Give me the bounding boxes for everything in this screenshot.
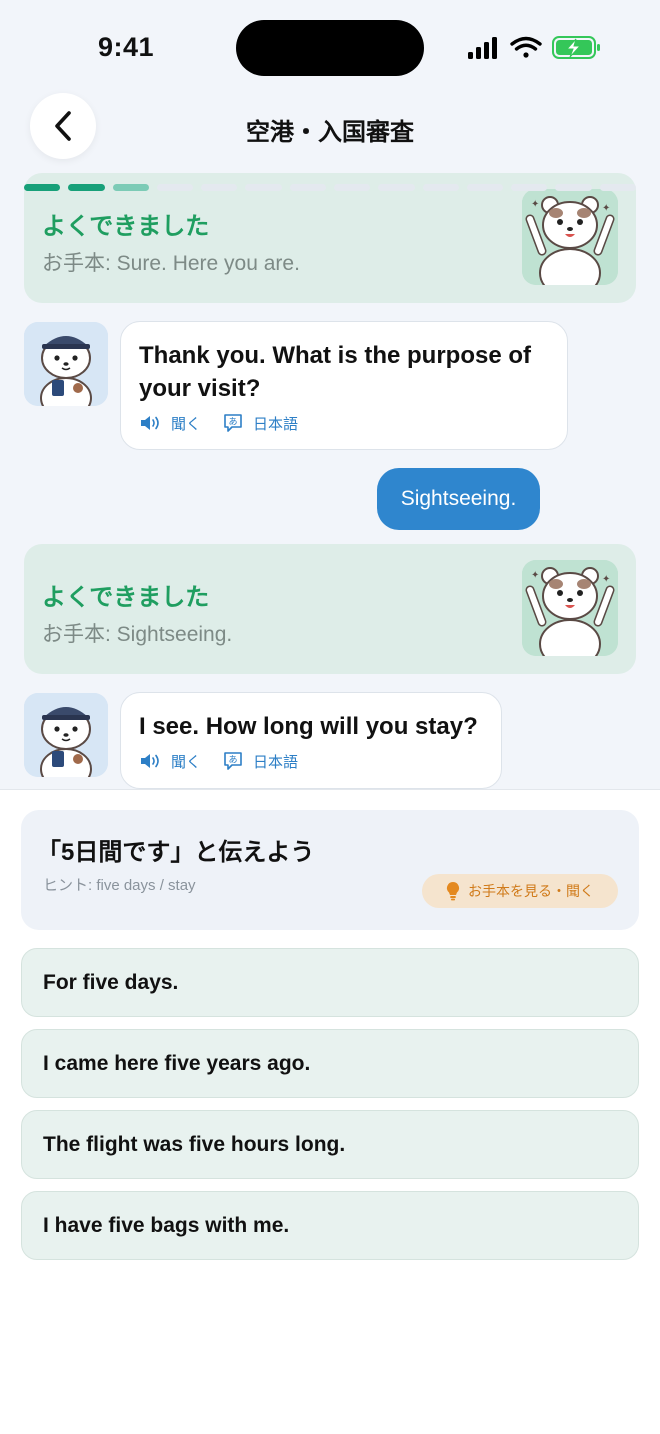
examiner-avatar bbox=[24, 322, 108, 406]
answer-choice[interactable]: I came here five years ago. bbox=[21, 1029, 639, 1098]
japanese-label: 日本語 bbox=[253, 753, 299, 771]
listen-label: 聞く bbox=[171, 753, 202, 771]
progress-segment bbox=[289, 184, 326, 191]
svg-text:あ: あ bbox=[229, 417, 238, 427]
panel-divider bbox=[0, 789, 660, 790]
progress-segment bbox=[68, 184, 105, 191]
message-line: Thank you. What is the purpose of bbox=[139, 342, 532, 369]
progress-segment bbox=[599, 184, 636, 191]
task-card: 「5日間です」と伝えよう ヒント: five days / stay お手本を見… bbox=[21, 810, 639, 930]
message-line: I see. How long will you stay? bbox=[139, 713, 478, 740]
translate-button[interactable]: あ 日本語 bbox=[223, 413, 298, 434]
progress-segment bbox=[511, 184, 548, 191]
lightbulb-icon bbox=[446, 881, 460, 901]
task-title: 「5日間です」と伝えよう bbox=[37, 839, 315, 866]
svg-text:✦: ✦ bbox=[602, 203, 610, 214]
user-message-bubble: Sightseeing. bbox=[377, 468, 540, 530]
examiner-avatar bbox=[24, 693, 108, 777]
status-bar: 9:41 bbox=[0, 0, 660, 95]
progress-segment bbox=[245, 184, 282, 191]
examiner-message-bubble: I see. How long will you stay? 聞く あ 日本語 bbox=[120, 692, 502, 789]
svg-text:✦: ✦ bbox=[531, 570, 539, 581]
progress-segment bbox=[466, 184, 504, 191]
status-time: 9:41 bbox=[98, 32, 155, 62]
feedback-title: よくできました bbox=[42, 584, 210, 611]
show-sample-button[interactable]: お手本を見る・聞く bbox=[422, 874, 618, 908]
examiner-message-text: Thank you. What is the purpose of your v… bbox=[139, 339, 531, 405]
message-line: your visit? bbox=[139, 375, 261, 402]
message-actions: 聞く あ 日本語 bbox=[139, 412, 320, 434]
answer-choice[interactable]: I have five bags with me. bbox=[21, 1191, 639, 1260]
show-sample-label: お手本を見る・聞く bbox=[468, 883, 594, 899]
dynamic-island bbox=[236, 20, 424, 76]
progress-segment bbox=[422, 184, 459, 191]
feedback-sample: お手本: Sure. Here you are. bbox=[42, 252, 300, 275]
answer-choice[interactable]: For five days. bbox=[21, 948, 639, 1017]
message-actions: 聞く あ 日本語 bbox=[139, 750, 320, 772]
progress-segment bbox=[24, 184, 61, 191]
speaker-icon bbox=[141, 754, 159, 768]
progress-segment bbox=[201, 184, 238, 191]
cheering-mascot-avatar: ✦ ✦ bbox=[522, 189, 618, 285]
status-icons bbox=[466, 34, 606, 62]
progress-segment bbox=[378, 184, 415, 191]
wifi-icon bbox=[510, 36, 542, 58]
feedback-title: よくできました bbox=[42, 213, 210, 240]
progress-segment bbox=[112, 184, 149, 191]
page-title: 空港・入国審査 bbox=[246, 119, 414, 146]
svg-text:✦: ✦ bbox=[602, 574, 610, 585]
japanese-label: 日本語 bbox=[253, 415, 299, 433]
chat-area: 9:41 空港・入国審査 よくできました お手本: Sure. Here you… bbox=[0, 0, 660, 790]
translate-icon: あ bbox=[224, 752, 242, 770]
translate-button[interactable]: あ 日本語 bbox=[223, 751, 298, 772]
battery-charging-icon bbox=[552, 36, 600, 59]
signal-icon bbox=[468, 37, 497, 59]
task-hint: ヒント: five days / stay bbox=[43, 877, 196, 894]
feedback-card: よくできました お手本: Sightseeing. ✦ ✦ bbox=[24, 544, 636, 674]
progress-segment bbox=[555, 184, 592, 191]
translate-icon: あ bbox=[224, 414, 242, 432]
speaker-icon bbox=[141, 416, 159, 430]
progress-segment bbox=[156, 184, 194, 191]
listen-label: 聞く bbox=[171, 415, 202, 433]
examiner-message-text: I see. How long will you stay? bbox=[139, 710, 478, 743]
feedback-sample: お手本: Sightseeing. bbox=[42, 623, 233, 646]
lesson-progress bbox=[24, 184, 636, 194]
answer-choice[interactable]: The flight was five hours long. bbox=[21, 1110, 639, 1179]
listen-button[interactable]: 聞く bbox=[139, 751, 201, 772]
examiner-message-bubble: Thank you. What is the purpose of your v… bbox=[120, 321, 568, 450]
cheering-mascot-avatar: ✦ ✦ bbox=[522, 560, 618, 656]
svg-text:あ: あ bbox=[229, 755, 238, 765]
svg-text:✦: ✦ bbox=[531, 199, 539, 210]
listen-button[interactable]: 聞く bbox=[139, 413, 201, 434]
progress-segment bbox=[333, 184, 371, 191]
